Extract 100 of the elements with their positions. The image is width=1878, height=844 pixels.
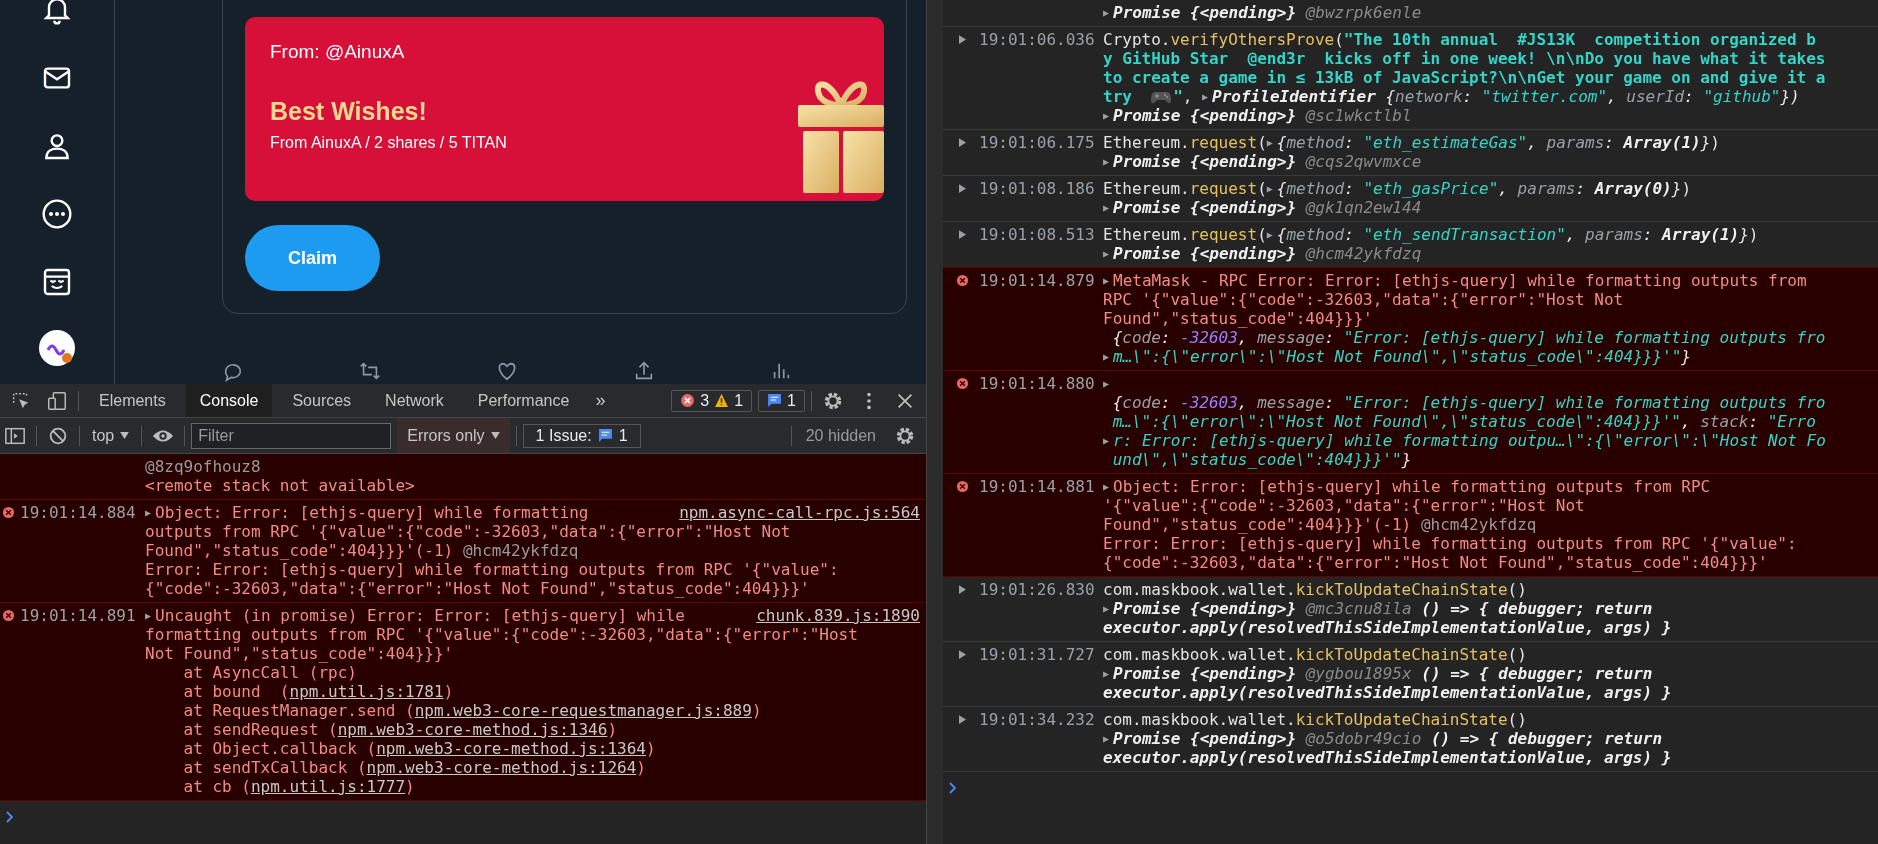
prompt-icon[interactable] <box>6 811 14 823</box>
log-line: Ethereum.request(▶ {method: "eth_gasPrice", params: Array(0)}) <box>1103 179 1691 198</box>
expand-arrow[interactable]: ▶ <box>1202 87 1213 106</box>
expand-arrow[interactable]: ▶ <box>1103 347 1113 366</box>
devtools-tab[interactable]: Elements <box>85 384 180 417</box>
expand-arrow[interactable]: ▶ <box>1103 244 1113 263</box>
log-line: Ethereum.request(▶ {method: "eth_estimateGas", params: Array(1)}) <box>1103 133 1720 152</box>
expand-arrow[interactable]: ▶ <box>1103 271 1113 290</box>
device-icon[interactable] <box>46 389 68 412</box>
log-line: ▶ Promise {<pending>} @mc3cnu8ila () => { debugger; return <box>1103 599 1653 618</box>
expand-arrow-icon[interactable] <box>958 585 966 594</box>
message-counter[interactable]: 1 <box>758 389 805 412</box>
prompt-icon[interactable] <box>949 782 957 794</box>
log-line: at RequestManager.send (npm.web3-core-requestmanager.js:889) <box>182 701 762 720</box>
log-line: und\",\"status_code\":404}}}'"} <box>1111 450 1412 469</box>
timestamp: 19:01:14.884 <box>20 503 136 522</box>
devtools-tab[interactable]: Performance <box>463 384 584 417</box>
expand-arrow[interactable]: ▶ <box>1103 3 1113 22</box>
stack-link[interactable]: npm.util.js:1781 <box>289 682 444 701</box>
issues-button[interactable]: 1 Issue: 1 <box>522 423 641 448</box>
log-line: Found","status_code":404}}}'(-1) @hcm42ykfdzq <box>145 541 579 560</box>
timestamp: 19:01:06.175 <box>979 133 1095 152</box>
log-line: {"code":-32603,"data":{"error":"Host Not Found","status_code":404}}}' <box>1103 553 1768 572</box>
log-line: at bound (npm.util.js:1781) <box>182 682 454 701</box>
log-line: outputs from RPC '{"value":{"code":-32603,"data":{"error":"Host Not <box>145 522 791 541</box>
stack-link[interactable]: npm.util.js:1777 <box>250 777 406 796</box>
error-icon <box>955 480 969 493</box>
expand-arrow[interactable]: ▶ <box>1103 374 1113 393</box>
hidden-count: 20 hidden <box>804 426 877 445</box>
expand-arrow[interactable]: ▶ <box>1103 664 1113 683</box>
source-link[interactable]: npm.async-call-rpc.js:564 <box>679 503 920 522</box>
log-line: at sendTxCallback (npm.web3-core-method.js:1264) <box>182 758 646 777</box>
timestamp: 19:01:08.186 <box>979 179 1095 198</box>
expand-arrow[interactable]: ▶ <box>1103 729 1113 748</box>
caret-icon <box>490 432 500 439</box>
bell-icon[interactable] <box>41 0 73 26</box>
stack-link[interactable]: npm.web3-core-method.js:1346 <box>337 720 608 739</box>
expand-arrow[interactable]: ▶ <box>1266 179 1277 198</box>
expand-arrow[interactable]: ▶ <box>1103 152 1113 171</box>
heart-icon[interactable] <box>496 360 518 382</box>
source-link[interactable]: chunk.839.js:1890 <box>756 606 920 625</box>
log-line: m…\":{\"error\":\"Host Not Found\",\"status_code\":404}}}'", stack: "Erro <box>1111 412 1816 431</box>
timestamp: 19:01:14.879 <box>979 271 1095 290</box>
error-icon <box>1 609 15 622</box>
message-icon <box>597 428 613 443</box>
log-line: try ", ▶ ProfileIdentifier {network: "twitter.com", userId: "github"}) <box>1103 87 1800 106</box>
avatar[interactable] <box>39 330 75 366</box>
filter-field[interactable]: Filter <box>191 422 392 449</box>
expand-arrow-icon[interactable] <box>958 230 966 239</box>
message-count: 1 <box>787 391 796 410</box>
expand-arrow[interactable]: ▶ <box>1103 477 1113 496</box>
retweet-icon[interactable] <box>359 360 381 382</box>
sender-label: From: @AinuxA <box>270 41 406 63</box>
log-line: ▶ Promise {<pending>} @sc1wkctlbl <box>1103 106 1412 125</box>
devtools-tab[interactable]: Console <box>185 384 273 417</box>
expand-arrow-icon[interactable] <box>958 650 966 659</box>
smiley-box-icon[interactable] <box>41 266 73 298</box>
expand-arrow[interactable]: ▶ <box>1266 133 1277 152</box>
log-line: ▶ Promise {<pending>} @ygbou1895x () => { debugger; return <box>1103 664 1653 683</box>
expand-arrow-icon[interactable] <box>958 138 966 147</box>
expand-arrow[interactable]: ▶ <box>145 606 155 625</box>
timestamp: 19:01:26.830 <box>979 580 1095 599</box>
log-line: com.maskbook.wallet.kickToUpdateChainState() <box>1103 580 1527 599</box>
stack-link[interactable]: npm.web3-core-method.js:1364 <box>376 739 646 758</box>
log-line: at Object.callback (npm.web3-core-method.js:1364) <box>182 739 656 758</box>
log-line: ▶ Promise {<pending>} @gk1qn2ew144 <box>1103 198 1422 217</box>
expand-arrow[interactable]: ▶ <box>1103 106 1113 125</box>
log-line: ▶ Object: Error: [ethjs-query] while formatting outputs from RPC <box>1103 477 1711 496</box>
timestamp: 19:01:14.881 <box>979 477 1095 496</box>
expand-arrow-icon[interactable] <box>958 715 966 724</box>
expand-arrow[interactable]: ▶ <box>145 503 155 522</box>
log-line: com.maskbook.wallet.kickToUpdateChainState() <box>1103 710 1527 729</box>
stack-link[interactable]: npm.web3-core-method.js:1264 <box>366 758 637 777</box>
expand-arrow-icon[interactable] <box>958 184 966 193</box>
expand-arrow[interactable]: ▶ <box>1103 599 1113 618</box>
warning-icon <box>714 393 730 408</box>
more-icon[interactable] <box>41 198 73 230</box>
error-warning-counter[interactable]: 3 1 <box>671 389 753 412</box>
expand-arrow[interactable]: ▶ <box>1266 225 1277 244</box>
context-dropdown[interactable]: top <box>86 418 136 453</box>
devtools-tab[interactable]: Network <box>371 384 458 417</box>
error-count: 3 <box>700 391 710 410</box>
timestamp: 19:01:08.513 <box>979 225 1095 244</box>
gift-card[interactable]: From: @AinuxA Best Wishes! From AinuxA / 2 shares / 5 TITAN <box>245 17 884 201</box>
log-line: Crypto.verifyOthersProve("The 10th annual #JS13K competition organized b <box>1103 30 1816 49</box>
more-tabs-button[interactable]: » <box>589 384 612 417</box>
log-line: ▶ m…\":{\"error\":\"Host Not Found\",\"status_code\":404}}}'"} <box>1103 347 1691 366</box>
devtools-tab[interactable]: Sources <box>278 384 366 417</box>
log-levels-dropdown[interactable]: Errors only <box>397 418 510 453</box>
log-line: {code: -32603, message: "Error: [ethjs-query] while formatting outputs fro <box>1111 328 1826 347</box>
timestamp: 19:01:31.727 <box>979 645 1095 664</box>
stack-link[interactable]: npm.web3-core-requestmanager.js:889 <box>414 701 752 720</box>
share-icon[interactable] <box>633 360 655 382</box>
expand-arrow[interactable]: ▶ <box>1103 198 1113 217</box>
log-line: formatting outputs from RPC '{"value":{"code":-32603,"data":{"error":"Host <box>145 625 858 644</box>
log-line: Error: Error: [ethjs-query] while formatting outputs from RPC '{"value": <box>1103 534 1797 553</box>
expand-arrow-icon[interactable] <box>958 35 966 44</box>
log-line: executor.apply(resolvedThisSideImplementationValue, args) } <box>1103 618 1672 637</box>
expand-arrow[interactable]: ▶ <box>1103 431 1113 450</box>
gamepad-icon <box>1151 90 1172 104</box>
